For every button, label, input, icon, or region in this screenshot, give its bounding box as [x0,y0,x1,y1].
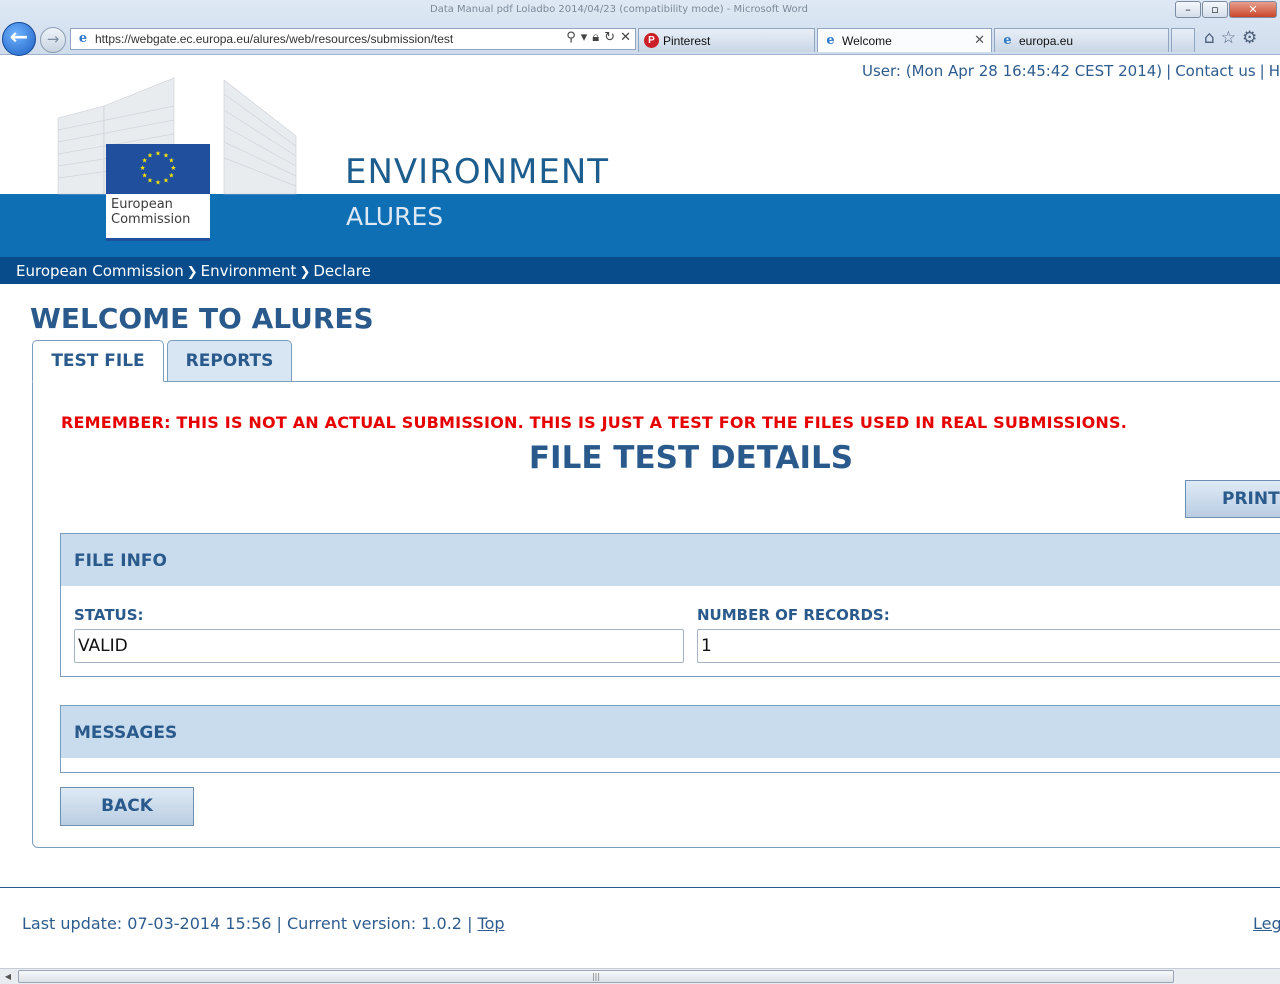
european-commission-logo[interactable]: ★ ★ ★ ★ ★ ★ ★ ★ ★ ★ ★ ★ European Commission [56,76,298,241]
pinterest-icon: P [644,33,659,48]
messages-heading: MESSAGES [74,723,178,743]
page-title: WELCOME TO ALURES [30,302,374,335]
breadcrumb-bar: European Commission ❯ Environment ❯ Declare [0,257,1280,284]
user-info-line: User: (Mon Apr 28 16:45:42 CEST 2014) | Co… [862,62,1280,80]
site-title: ENVIRONMENT [345,152,610,192]
maximize-button[interactable]: ▫ [1202,1,1228,18]
home-icon[interactable]: ⌂ [1204,28,1215,48]
forward-nav-button[interactable]: → [40,27,66,53]
breadcrumb-item-declare[interactable]: Declare [313,262,370,280]
breadcrumb: European Commission ❯ Environment ❯ Declare [16,262,371,280]
messages-header: MESSAGES [61,706,1280,758]
svg-text:★: ★ [155,149,161,157]
contact-us-link[interactable]: Contact us [1175,62,1255,80]
file-info-section: FILE INFO STATUS: VALID NUMBER OF RECORD… [60,533,1280,677]
refresh-icon[interactable]: ↻ [604,30,615,45]
legal-notice-link[interactable]: Leg [1253,914,1280,933]
section-title: FILE TEST DETAILS [528,440,854,476]
address-url[interactable]: https://webgate.ec.europa.eu/alures/web/… [95,32,453,46]
breadcrumb-item-european-commission[interactable]: European Commission [16,262,184,280]
tab-test-file[interactable]: TEST FILE [32,340,164,382]
ie-page-icon: e [826,33,835,48]
stop-icon[interactable]: ✕ [620,30,631,45]
browser-tab-label: Welcome [842,34,892,48]
status-field[interactable]: VALID [74,629,684,663]
web-page: User: (Mon Apr 28 16:45:42 CEST 2014) | Co… [0,56,1280,968]
tab-reports[interactable]: REPORTS [167,340,292,382]
svg-text:★: ★ [168,171,174,179]
svg-text:★: ★ [140,164,146,172]
number-of-records-field[interactable]: 1 [697,629,1280,663]
footer-info: Last update: 07-03-2014 15:56 | Current … [22,914,505,933]
arrow-left-icon: ← [9,25,29,50]
new-tab-button[interactable] [1171,28,1195,52]
test-file-panel: REMEMBER: THIS IS NOT AN ACTUAL SUBMISSI… [32,381,1280,848]
chevron-right-icon: ❯ [186,265,198,280]
ec-label-box: European Commission [106,194,210,241]
close-tab-icon[interactable]: ✕ [974,32,985,48]
back-button[interactable]: BACK [60,787,194,826]
top-link[interactable]: Top [478,914,505,933]
svg-text:★: ★ [155,179,161,187]
browser-tab-welcome[interactable]: e Welcome ✕ [817,28,992,52]
browser-tab-label: europa.eu [1019,34,1074,48]
ec-logo-text: European Commission [111,197,191,227]
eu-stars-icon: ★ ★★ ★★★ ★★★ ★★★ [140,149,177,187]
favorites-star-icon[interactable]: ☆ [1221,28,1236,48]
minimize-button[interactable]: – [1175,1,1201,18]
site-subtitle: ALURES [346,202,444,231]
last-update-text: Last update: 07-03-2014 15:56 | Current … [22,914,473,933]
horizontal-scrollbar[interactable]: ◀ ||| [0,968,1280,984]
file-info-heading: FILE INFO [74,551,167,571]
warning-message: REMEMBER: THIS IS NOT AN ACTUAL SUBMISSI… [61,413,1128,432]
lock-icon[interactable]: 🔒︎ [592,30,599,45]
address-bar-icons: ⚲ ▾ 🔒︎ ↻ ✕ [561,30,631,45]
svg-text:★: ★ [163,177,169,185]
print-button[interactable]: PRINT [1185,480,1280,518]
arrow-right-icon: → [46,30,60,48]
scroll-left-icon[interactable]: ◀ [2,971,14,983]
window-title: Data Manual pdf Loladbo 2014/04/23 (comp… [430,4,808,15]
svg-text:★: ★ [142,171,148,179]
browser-toolbar: ⌂ ☆ ⚙ [1204,28,1263,48]
scrollbar-thumb[interactable]: ||| [18,970,1174,983]
browser-tab-pinterest[interactable]: P Pinterest [638,28,815,52]
back-nav-button[interactable]: ← [2,22,36,56]
breadcrumb-item-environment[interactable]: Environment [201,262,297,280]
status-label: STATUS: [74,606,144,624]
ie-page-icon: e [78,31,88,46]
chevron-right-icon: ❯ [299,265,311,280]
messages-section: MESSAGES [60,705,1280,773]
file-info-header: FILE INFO [61,534,1280,586]
user-session-text: User: (Mon Apr 28 16:45:42 CEST 2014) [862,62,1163,80]
ie-page-icon: e [1003,33,1012,48]
title-bar: Data Manual pdf Loladbo 2014/04/23 (comp… [0,0,1280,22]
footer-divider [0,887,1280,888]
dropdown-icon[interactable]: ▾ [581,30,588,45]
browser-tab-label: Pinterest [663,34,711,48]
search-icon[interactable]: ⚲ [566,30,576,45]
help-link[interactable]: H [1269,62,1280,80]
browser-tab-europa[interactable]: e europa.eu [994,28,1169,52]
svg-text:★: ★ [147,151,153,159]
browser-chrome: Data Manual pdf Loladbo 2014/04/23 (comp… [0,0,1280,56]
gear-icon[interactable]: ⚙ [1242,28,1257,48]
address-bar[interactable]: e https://webgate.ec.europa.eu/alures/we… [70,28,636,50]
close-window-button[interactable]: ✕ [1229,1,1277,18]
number-of-records-label: NUMBER OF RECORDS: [697,606,890,624]
svg-text:★: ★ [147,177,153,185]
